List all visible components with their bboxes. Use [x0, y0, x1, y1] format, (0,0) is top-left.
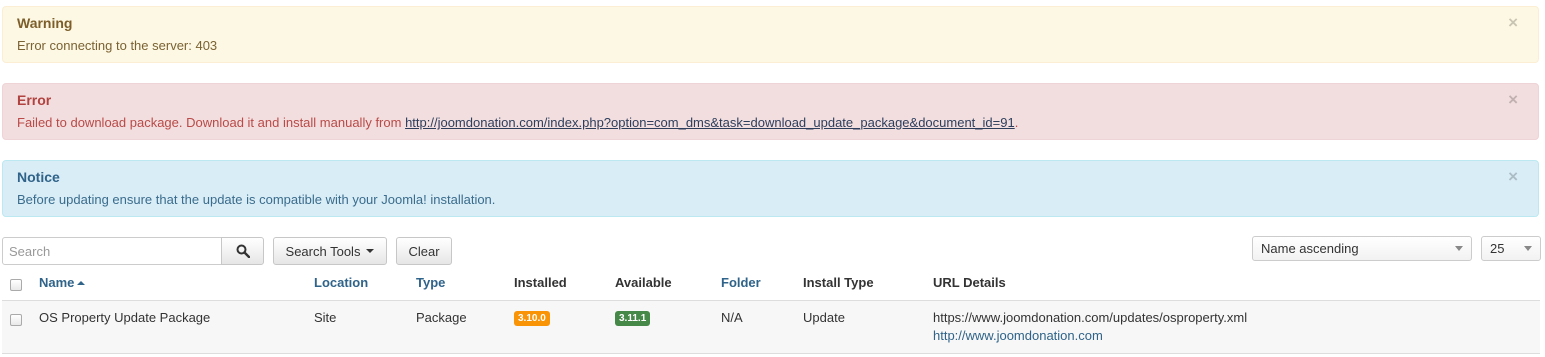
notice-message: Before updating ensure that the update i… — [17, 192, 496, 207]
row-type: Package — [416, 310, 467, 325]
search-input[interactable] — [2, 237, 222, 265]
installed-version-badge: 3.10.0 — [514, 311, 550, 326]
column-header-installed: Installed — [514, 275, 567, 290]
row-info-url-link[interactable]: http://www.joomdonation.com — [933, 328, 1103, 344]
column-header-type[interactable]: Type — [416, 275, 445, 291]
error-message-suffix: . — [1014, 115, 1019, 130]
sort-ascending-icon — [77, 281, 86, 285]
search-tools-button[interactable]: Search Tools — [273, 237, 387, 265]
list-limit-select[interactable]: 25 — [1481, 236, 1541, 261]
error-title: Error — [17, 92, 52, 108]
chevron-down-icon — [1524, 246, 1532, 251]
available-version-badge: 3.11.1 — [615, 311, 651, 326]
sort-order-select[interactable]: Name ascending — [1252, 236, 1472, 261]
notice-alert: Notice Before updating ensure that the u… — [2, 160, 1539, 217]
search-icon — [236, 244, 250, 258]
error-alert: Error Failed to download package. Downlo… — [2, 83, 1539, 140]
clear-button[interactable]: Clear — [396, 237, 452, 265]
column-header-name[interactable]: Name — [39, 275, 86, 291]
column-header-folder[interactable]: Folder — [721, 275, 761, 291]
search-button[interactable] — [221, 237, 264, 265]
column-header-available: Available — [615, 275, 672, 290]
select-all-checkbox[interactable] — [10, 279, 22, 291]
row-update-url: https://www.joomdonation.com/updates/osp… — [933, 310, 1248, 325]
caret-down-icon — [366, 249, 375, 253]
sort-order-value: Name ascending — [1261, 241, 1359, 256]
search-tools-label: Search Tools — [285, 243, 361, 259]
error-message: Failed to download package. Download it … — [17, 114, 1524, 132]
table-row[interactable] — [2, 301, 1540, 354]
row-folder: N/A — [721, 310, 743, 325]
error-close-icon[interactable]: × — [1508, 91, 1518, 109]
download-package-link[interactable]: http://joomdonation.com/index.php?option… — [405, 115, 1015, 130]
row-name[interactable]: OS Property Update Package — [39, 310, 210, 326]
notice-close-icon[interactable]: × — [1508, 168, 1518, 186]
row-checkbox[interactable] — [10, 314, 22, 326]
list-limit-value: 25 — [1490, 241, 1505, 256]
notice-title: Notice — [17, 169, 60, 185]
error-message-text: Failed to download package. Download it … — [17, 115, 406, 130]
chevron-down-icon — [1455, 246, 1463, 251]
row-location: Site — [314, 310, 337, 325]
column-header-install-type: Install Type — [803, 275, 874, 290]
column-header-name-label: Name — [39, 275, 75, 290]
warning-title: Warning — [17, 15, 73, 31]
warning-message: Error connecting to the server: 403 — [17, 38, 218, 53]
column-header-url-details: URL Details — [933, 275, 1006, 290]
warning-close-icon[interactable]: × — [1508, 14, 1518, 32]
column-header-location[interactable]: Location — [314, 275, 368, 291]
warning-alert: Warning Error connecting to the server: … — [2, 6, 1539, 63]
row-install-type: Update — [803, 310, 845, 325]
